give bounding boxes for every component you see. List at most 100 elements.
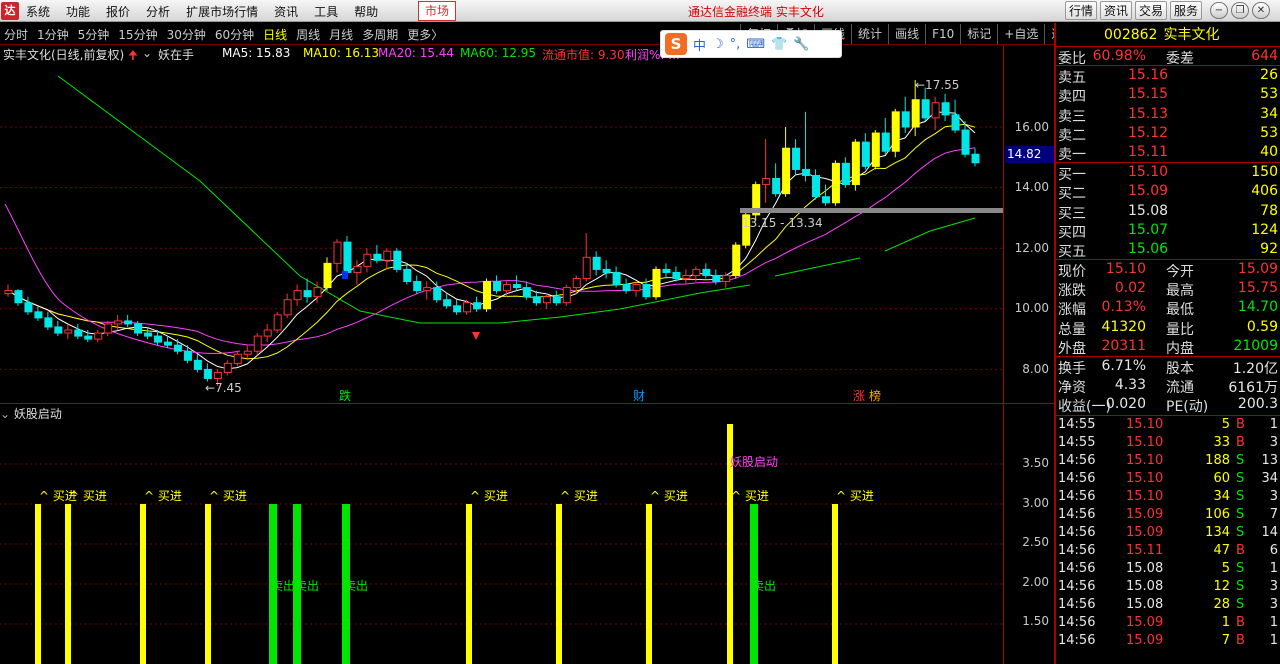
ask-row[interactable]: 卖二 15.12 53	[1056, 124, 1280, 144]
indicator-dropdown-icon[interactable]: ⌄	[0, 407, 14, 421]
bid-row[interactable]: 买一 15.10 150	[1056, 163, 1280, 183]
ask-row[interactable]: 卖四 15.15 53	[1056, 85, 1280, 105]
tab-multi-period[interactable]: 多周期	[362, 26, 398, 43]
candle-body[interactable]	[881, 132, 890, 152]
candle-body[interactable]	[303, 290, 312, 298]
tab-15min[interactable]: 15分钟	[118, 26, 157, 43]
menu-help[interactable]: 帮助	[354, 3, 378, 20]
candle-body[interactable]	[333, 241, 342, 264]
candle-body[interactable]	[851, 141, 860, 186]
candle-body[interactable]	[652, 268, 661, 298]
candle-body[interactable]	[672, 271, 681, 280]
chinese-mode-icon[interactable]: 中	[693, 35, 706, 54]
pane-divider[interactable]	[0, 403, 1055, 404]
candle-body[interactable]	[821, 196, 830, 204]
tab-5min[interactable]: 5分钟	[78, 26, 110, 43]
candle-body[interactable]	[84, 335, 93, 340]
candle-body[interactable]	[403, 268, 412, 283]
bid-row[interactable]: 买二 15.09 406	[1056, 182, 1280, 202]
candle-body[interactable]	[183, 350, 192, 361]
tab-1min[interactable]: 1分钟	[37, 26, 69, 43]
candle-body[interactable]	[692, 268, 701, 276]
candle-body[interactable]	[433, 287, 442, 301]
candle-body[interactable]	[592, 256, 601, 270]
candle-body[interactable]	[233, 353, 242, 364]
minimize-icon[interactable]: −	[1210, 2, 1228, 19]
candle-body[interactable]	[64, 329, 73, 334]
menu-function[interactable]: 功能	[66, 3, 90, 20]
candle-body[interactable]	[702, 268, 711, 276]
candle-body[interactable]	[612, 271, 621, 286]
candle-body[interactable]	[841, 162, 850, 186]
candle-body[interactable]	[562, 287, 571, 304]
candle-body[interactable]	[243, 350, 252, 355]
candle-body[interactable]	[124, 320, 133, 325]
candle-body[interactable]	[552, 296, 561, 304]
candle-body[interactable]	[782, 147, 791, 195]
tab-timeshare[interactable]: 分时	[4, 26, 28, 43]
candle-body[interactable]	[512, 284, 521, 289]
dropdown-icon[interactable]: ⌄	[142, 46, 152, 60]
candle-body[interactable]	[502, 284, 511, 292]
candle-body[interactable]	[313, 287, 322, 298]
candle-body[interactable]	[34, 311, 43, 319]
candle-body[interactable]	[383, 250, 392, 261]
candle-body[interactable]	[971, 153, 980, 164]
market-button[interactable]: 市场	[418, 1, 456, 21]
candle-body[interactable]	[961, 129, 970, 155]
candle-body[interactable]	[951, 114, 960, 131]
candle-body[interactable]	[323, 262, 332, 289]
candle-body[interactable]	[622, 284, 631, 292]
quote-button[interactable]: 行情	[1065, 1, 1098, 20]
candle-body[interactable]	[931, 102, 940, 119]
candle-body[interactable]	[712, 274, 721, 283]
candle-body[interactable]	[273, 314, 282, 331]
candle-body[interactable]	[732, 244, 741, 276]
candle-body[interactable]	[353, 265, 362, 273]
news-button[interactable]: 资讯	[1100, 1, 1133, 20]
candle-body[interactable]	[114, 320, 123, 325]
candle-body[interactable]	[154, 335, 163, 343]
add-watchlist-button[interactable]: +自选	[997, 24, 1044, 44]
bid-row[interactable]: 买五 15.06 92	[1056, 240, 1280, 260]
candle-body[interactable]	[632, 284, 641, 292]
skin-icon[interactable]: 👕	[771, 37, 787, 52]
tab-60min[interactable]: 60分钟	[215, 26, 254, 43]
restore-icon[interactable]: ❐	[1231, 2, 1249, 19]
ask-row[interactable]: 卖三 15.13 34	[1056, 105, 1280, 125]
candle-body[interactable]	[891, 111, 900, 152]
candle-body[interactable]	[582, 256, 591, 279]
candle-body[interactable]	[54, 326, 63, 334]
candle-body[interactable]	[792, 147, 801, 170]
candle-body[interactable]	[722, 274, 731, 283]
candle-body[interactable]	[473, 302, 482, 310]
close-icon[interactable]: ✕	[1252, 2, 1270, 19]
candle-body[interactable]	[4, 290, 13, 295]
candle-body[interactable]	[343, 241, 352, 273]
menu-extended-market[interactable]: 扩展市场行情	[186, 3, 258, 20]
candle-body[interactable]	[144, 332, 153, 337]
tab-30min[interactable]: 30分钟	[167, 26, 206, 43]
candle-body[interactable]	[293, 290, 302, 301]
candle-body[interactable]	[483, 281, 492, 310]
candle-body[interactable]	[44, 317, 53, 328]
candle-body[interactable]	[662, 268, 671, 273]
candle-body[interactable]	[542, 296, 551, 304]
candle-body[interactable]	[921, 99, 930, 119]
candle-body[interactable]	[871, 132, 880, 167]
candle-body[interactable]	[193, 359, 202, 370]
menu-system[interactable]: 系统	[26, 3, 50, 20]
menu-info[interactable]: 资讯	[274, 3, 298, 20]
candle-body[interactable]	[941, 102, 950, 116]
mark-button[interactable]: 标记	[960, 24, 997, 44]
candle-body[interactable]	[203, 368, 212, 379]
candle-body[interactable]	[802, 168, 811, 176]
candle-body[interactable]	[831, 162, 840, 204]
trade-button[interactable]: 交易	[1135, 1, 1168, 20]
candle-body[interactable]	[901, 111, 910, 128]
candle-body[interactable]	[213, 371, 222, 379]
candle-body[interactable]	[642, 284, 651, 298]
tab-daily[interactable]: 日线	[263, 26, 287, 43]
f10-button[interactable]: F10	[925, 24, 960, 44]
candle-body[interactable]	[532, 296, 541, 304]
